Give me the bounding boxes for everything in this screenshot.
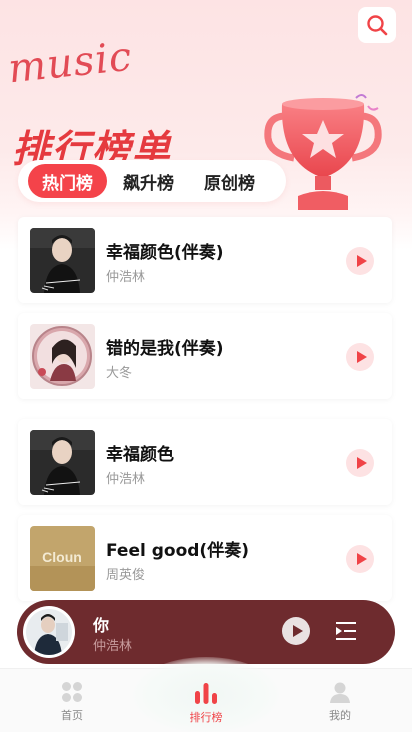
tab-rising[interactable]: 飙升榜 <box>109 164 188 198</box>
song-title: Feel good(伴奏) <box>106 541 249 561</box>
song-title: 幸福颜色(伴奏) <box>106 243 224 263</box>
tab-original[interactable]: 原创榜 <box>190 164 269 198</box>
play-icon <box>356 553 367 565</box>
search-icon <box>367 15 388 36</box>
chart-tabs: 热门榜 飙升榜 原创榜 <box>18 160 286 202</box>
search-button[interactable] <box>358 7 396 43</box>
song-item[interactable]: Cloun Feel good(伴奏) 周英俊 <box>18 515 392 601</box>
bar-chart-icon <box>195 683 217 704</box>
mini-player[interactable]: 你 仲浩林 <box>17 600 395 664</box>
trophy-icon <box>264 94 382 210</box>
cover-text: Cloun <box>42 549 82 565</box>
album-cover: Cloun <box>30 526 95 591</box>
play-icon <box>292 625 303 637</box>
bottom-nav: 首页 排行榜 我的 <box>0 657 412 732</box>
play-icon <box>356 255 367 267</box>
playlist-icon[interactable] <box>334 619 358 643</box>
play-icon <box>356 457 367 469</box>
tab-hot[interactable]: 热门榜 <box>28 164 107 198</box>
song-artist: 大冬 <box>106 366 133 381</box>
user-icon <box>330 682 350 703</box>
nav-label: 排行榜 <box>189 711 223 724</box>
play-button[interactable] <box>346 545 374 573</box>
song-item[interactable]: 错的是我(伴奏) 大冬 <box>18 313 392 399</box>
play-button[interactable] <box>346 343 374 371</box>
album-cover <box>30 228 95 293</box>
nav-ranking[interactable]: 排行榜 <box>166 681 246 729</box>
play-icon <box>356 351 367 363</box>
player-song-title: 你 <box>93 616 110 635</box>
album-cover <box>30 430 95 495</box>
nav-label: 首页 <box>61 709 83 722</box>
song-artist: 周英俊 <box>106 568 146 583</box>
nav-label: 我的 <box>329 709 351 722</box>
play-button[interactable] <box>346 449 374 477</box>
song-item[interactable]: 幸福颜色 仲浩林 <box>18 419 392 505</box>
song-artist: 仲浩林 <box>106 270 146 285</box>
player-play-button[interactable] <box>282 617 310 645</box>
grid-icon <box>62 682 82 702</box>
song-title: 错的是我(伴奏) <box>106 339 224 359</box>
song-title: 幸福颜色 <box>106 445 174 465</box>
album-cover <box>30 324 95 389</box>
song-item[interactable]: 幸福颜色(伴奏) 仲浩林 <box>18 217 392 303</box>
nav-home[interactable]: 首页 <box>32 681 112 729</box>
player-cover <box>23 606 75 658</box>
play-button[interactable] <box>346 247 374 275</box>
nav-mine[interactable]: 我的 <box>300 681 380 729</box>
song-artist: 仲浩林 <box>106 472 146 487</box>
player-song-artist: 仲浩林 <box>93 639 133 654</box>
